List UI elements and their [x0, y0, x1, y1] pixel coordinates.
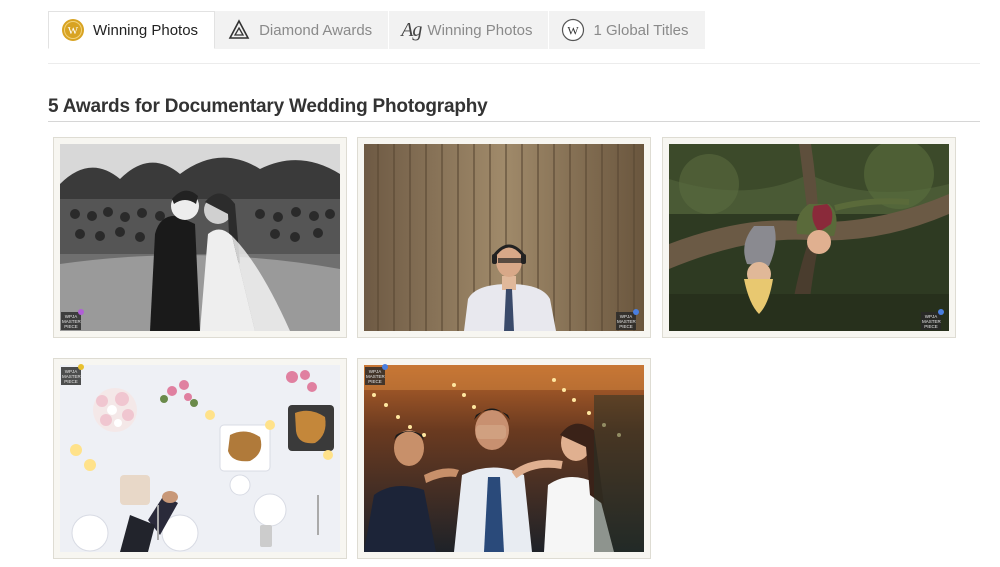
svg-text:W: W [568, 24, 580, 38]
tab-diamond-awards[interactable]: Diamond Awards [215, 11, 390, 49]
masterpiece-badge: WPJA MASTER PIECE [61, 309, 84, 330]
masterpiece-badge: WPJA MASTER PIECE [365, 364, 388, 385]
award-photo-table[interactable]: WPJA MASTER PIECE [53, 358, 347, 559]
photo-image [669, 144, 949, 331]
award-photo-kiss[interactable]: WPJA MASTER PIECE [53, 137, 347, 338]
photo-image [364, 365, 644, 552]
ag-icon: Ag [401, 18, 422, 41]
section-divider [48, 121, 980, 122]
w-circle-icon: W [561, 18, 585, 42]
photo-image [60, 365, 340, 552]
photo-image [364, 144, 644, 331]
award-photo-tree-kids[interactable]: WPJA MASTER PIECE [662, 137, 956, 338]
award-photo-dj[interactable]: WPJA MASTER PIECE [357, 137, 651, 338]
tab-winning-photos-gold[interactable]: W Winning Photos [48, 11, 216, 49]
tabs-divider [48, 63, 980, 64]
tab-label: Winning Photos [93, 21, 199, 39]
masterpiece-badge: WPJA MASTER PIECE [61, 364, 84, 385]
masterpiece-badge: WPJA MASTER PIECE [921, 309, 944, 330]
award-photo-crying-groom[interactable]: WPJA MASTER PIECE [357, 358, 651, 559]
tab-label: Winning Photos [427, 21, 533, 39]
tab-global-titles[interactable]: W 1 Global Titles [549, 11, 706, 49]
section-title: 5 Awards for Documentary Wedding Photogr… [48, 96, 488, 117]
gold-medal-w-icon: W [61, 18, 85, 42]
award-tabs: W Winning Photos Diamond Awards Ag Winni… [48, 11, 706, 49]
tab-label: 1 Global Titles [593, 21, 689, 39]
diamond-triangle-icon [227, 18, 251, 42]
tab-label: Diamond Awards [259, 21, 373, 39]
photo-image [60, 144, 340, 331]
tab-winning-photos-ag[interactable]: Ag Winning Photos [389, 11, 550, 49]
svg-text:W: W [68, 25, 79, 37]
masterpiece-badge: WPJA MASTER PIECE [616, 309, 639, 330]
